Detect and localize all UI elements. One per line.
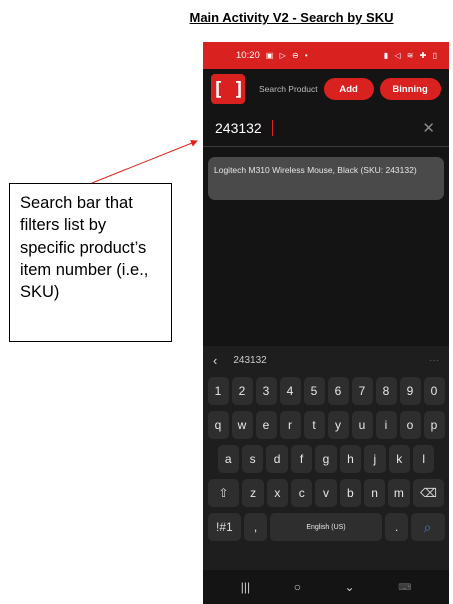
phone-screen: 10:20 ▣ ▷ ⊖ • ▮ ◁ ≋ ✚ ▯ [ ] Search Produ… bbox=[203, 42, 449, 604]
search-input[interactable] bbox=[215, 115, 271, 140]
comma-key[interactable]: , bbox=[244, 513, 267, 541]
key[interactable]: x bbox=[266, 479, 289, 507]
app-header: [ ] Search Product Add Binning bbox=[203, 69, 449, 109]
keyboard-row-bottom: ⇧ z x c v b n m ⌫ bbox=[203, 476, 449, 510]
key[interactable]: k bbox=[388, 445, 410, 473]
key[interactable]: 8 bbox=[375, 377, 397, 405]
key[interactable]: y bbox=[327, 411, 349, 439]
keyboard-row-top: q w e r t y u i o p bbox=[203, 408, 449, 442]
key[interactable]: c bbox=[291, 479, 313, 507]
key[interactable]: g bbox=[315, 445, 337, 473]
keyboard-row-space: !#1 , English (US) . ⌕ bbox=[203, 510, 449, 544]
key[interactable]: j bbox=[364, 445, 386, 473]
text-cursor bbox=[272, 119, 273, 136]
brand-logo: [ ] bbox=[211, 74, 245, 104]
notification-icons: ▣ ▷ ⊖ • bbox=[265, 51, 310, 60]
key[interactable]: f bbox=[290, 445, 313, 473]
home-icon[interactable]: ○ bbox=[294, 580, 301, 594]
suggestion-bar: ‹ 243132 ··· bbox=[203, 346, 449, 374]
navigation-bar: ||| ○ ⌄ ⌨ bbox=[203, 570, 449, 604]
key[interactable]: e bbox=[255, 411, 277, 439]
key[interactable]: 4 bbox=[279, 377, 301, 405]
key[interactable]: w bbox=[231, 411, 253, 439]
key[interactable]: h bbox=[339, 445, 362, 473]
shift-icon[interactable]: ⇧ bbox=[207, 479, 240, 507]
key[interactable]: z bbox=[242, 479, 264, 507]
key[interactable]: i bbox=[375, 411, 397, 439]
search-product-label: Search Product bbox=[259, 84, 318, 94]
key[interactable]: 3 bbox=[255, 377, 277, 405]
status-time: 10:20 bbox=[236, 50, 260, 61]
period-key[interactable]: . bbox=[385, 513, 408, 541]
close-icon[interactable]: ✕ bbox=[422, 119, 435, 137]
add-button[interactable]: Add bbox=[323, 78, 374, 100]
key[interactable]: 2 bbox=[231, 377, 253, 405]
key[interactable]: l bbox=[413, 445, 435, 473]
key[interactable]: v bbox=[315, 479, 337, 507]
key[interactable]: 7 bbox=[351, 377, 373, 405]
page-title: Main Activity V2 - Search by SKU bbox=[189, 10, 394, 25]
key[interactable]: r bbox=[279, 411, 301, 439]
key[interactable]: p bbox=[423, 411, 445, 439]
chevron-left-icon[interactable]: ‹ bbox=[213, 353, 217, 368]
key[interactable]: o bbox=[399, 411, 421, 439]
search-bar: ✕ bbox=[203, 109, 449, 147]
back-icon[interactable]: ⌄ bbox=[345, 580, 355, 594]
symbols-key[interactable]: !#1 bbox=[207, 513, 242, 541]
key[interactable]: a bbox=[217, 445, 239, 473]
recents-icon[interactable]: ||| bbox=[241, 580, 250, 594]
list-item[interactable]: Logitech M310 Wireless Mouse, Black (SKU… bbox=[208, 157, 444, 200]
keyboard-icon[interactable]: ⌨ bbox=[398, 582, 411, 593]
key[interactable]: q bbox=[207, 411, 229, 439]
more-icon[interactable]: ··· bbox=[429, 355, 439, 366]
binning-button[interactable]: Binning bbox=[379, 78, 441, 100]
keyboard-row-numbers: 1 2 3 4 5 6 7 8 9 0 bbox=[203, 374, 449, 408]
key[interactable]: d bbox=[266, 445, 288, 473]
key[interactable]: 0 bbox=[423, 377, 445, 405]
key[interactable]: t bbox=[303, 411, 325, 439]
annotation-callout: Search bar that filters list by specific… bbox=[9, 183, 172, 342]
key[interactable]: s bbox=[241, 445, 264, 473]
space-key[interactable]: English (US) bbox=[269, 513, 383, 541]
key[interactable]: m bbox=[388, 479, 410, 507]
status-bar: 10:20 ▣ ▷ ⊖ • ▮ ◁ ≋ ✚ ▯ bbox=[203, 42, 449, 69]
soft-keyboard: ‹ 243132 ··· 1 2 3 4 5 6 7 8 9 0 q w e r… bbox=[203, 346, 449, 570]
key[interactable]: 6 bbox=[327, 377, 349, 405]
suggestion-text[interactable]: 243132 bbox=[233, 355, 266, 366]
key[interactable]: 9 bbox=[399, 377, 421, 405]
system-icons: ▮ ◁ ≋ ✚ ▯ bbox=[383, 51, 439, 60]
key[interactable]: u bbox=[351, 411, 373, 439]
search-icon[interactable]: ⌕ bbox=[410, 513, 445, 541]
key[interactable]: 1 bbox=[207, 377, 229, 405]
keyboard-row-middle: a s d f g h j k l bbox=[203, 442, 449, 476]
key[interactable]: n bbox=[363, 479, 386, 507]
backspace-icon[interactable]: ⌫ bbox=[412, 479, 445, 507]
key[interactable]: 5 bbox=[303, 377, 325, 405]
key[interactable]: b bbox=[339, 479, 361, 507]
